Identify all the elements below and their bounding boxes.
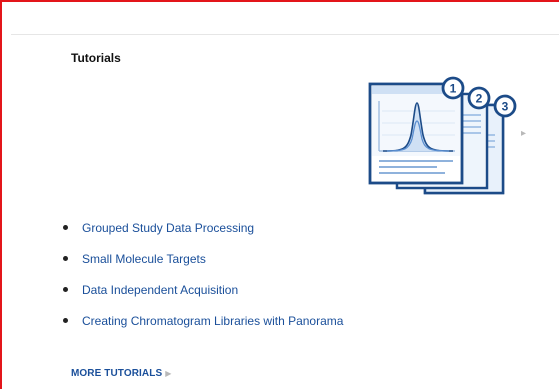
step-badge-3: 3: [493, 94, 517, 118]
document-page-1: [368, 82, 464, 185]
bullet-icon: [63, 287, 68, 292]
tutorial-link-dia[interactable]: Data Independent Acquisition: [82, 283, 238, 297]
svg-text:2: 2: [476, 92, 483, 106]
list-item: Small Molecule Targets: [63, 251, 343, 282]
svg-text:1: 1: [450, 82, 457, 96]
chevron-right-icon: ▶: [165, 369, 172, 378]
tutorial-link-small-molecule[interactable]: Small Molecule Targets: [82, 252, 206, 266]
list-item: Grouped Study Data Processing: [63, 220, 343, 251]
step-badge-2: 2: [467, 86, 491, 110]
tutorial-list: Grouped Study Data Processing Small Mole…: [63, 220, 343, 344]
bullet-icon: [63, 256, 68, 261]
carousel-next-icon[interactable]: ▸: [521, 128, 526, 139]
tutorial-documents-illustration: 1 2 3: [368, 76, 517, 195]
svg-text:3: 3: [502, 100, 509, 114]
more-tutorials-label: MORE TUTORIALS: [71, 368, 163, 379]
top-divider: [11, 34, 559, 35]
tutorial-link-grouped-study[interactable]: Grouped Study Data Processing: [82, 221, 254, 235]
step-badge-1: 1: [441, 76, 465, 100]
list-item: Creating Chromatogram Libraries with Pan…: [63, 313, 343, 344]
more-tutorials-link[interactable]: MORE TUTORIALS ▶: [71, 368, 171, 379]
bullet-icon: [63, 318, 68, 323]
section-title: Tutorials: [71, 51, 121, 65]
tutorial-link-chromatogram-libraries[interactable]: Creating Chromatogram Libraries with Pan…: [82, 314, 343, 328]
list-item: Data Independent Acquisition: [63, 282, 343, 313]
bullet-icon: [63, 225, 68, 230]
